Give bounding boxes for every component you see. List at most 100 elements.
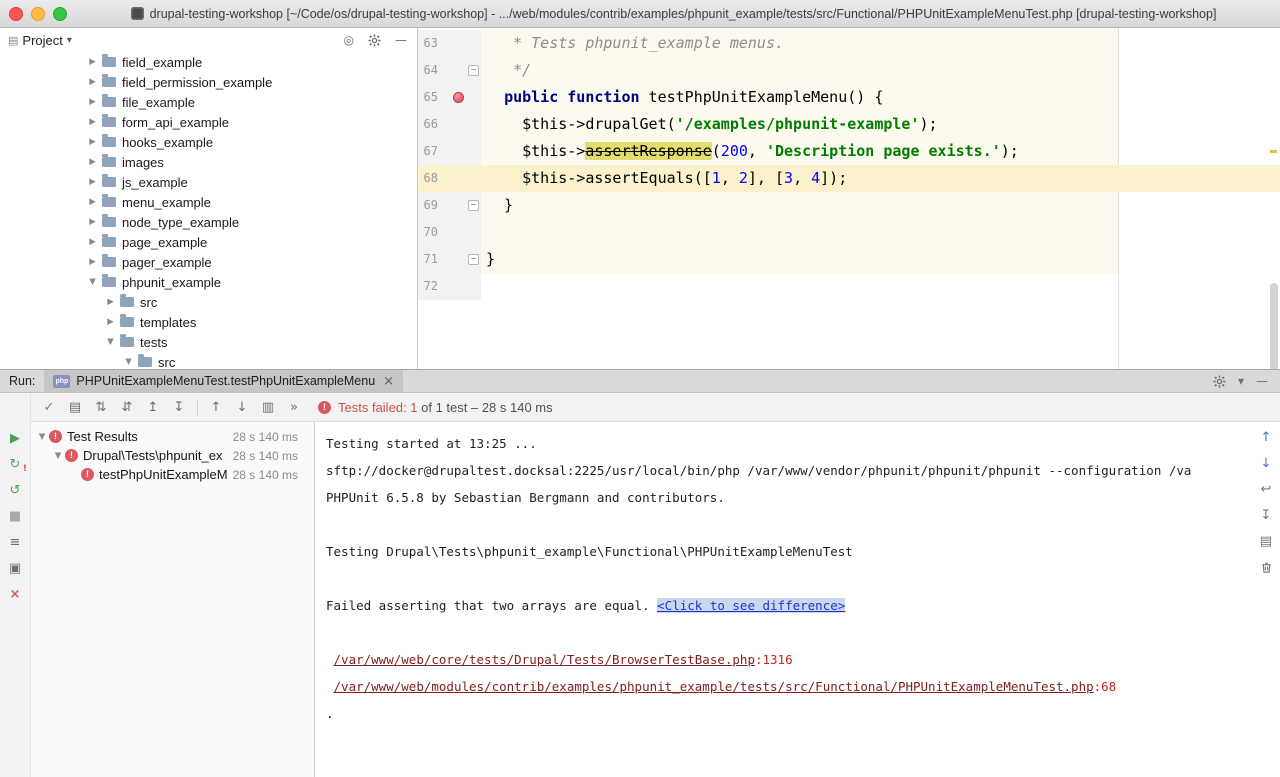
chevron-down-icon[interactable]: ▼: [86, 277, 99, 287]
project-tree-item[interactable]: ▶src: [0, 292, 417, 312]
chevron-down-icon[interactable]: ▼: [122, 357, 135, 367]
diff-link[interactable]: <Click to see difference>: [657, 598, 845, 613]
fold-icon[interactable]: −: [468, 254, 479, 265]
chevron-down-icon[interactable]: ▼: [104, 337, 117, 347]
hide-panel-icon[interactable]: —: [395, 33, 407, 47]
chevron-right-icon[interactable]: ▶: [104, 317, 117, 327]
file-link[interactable]: /var/www/web/modules/contrib/examples/ph…: [334, 679, 1094, 694]
zoom-window-button[interactable]: [53, 7, 67, 21]
chevron-right-icon[interactable]: ▶: [104, 297, 117, 307]
chevron-right-icon[interactable]: ▶: [86, 257, 99, 267]
fold-icon[interactable]: −: [468, 65, 479, 76]
project-tree-item[interactable]: ▶ menu_example: [0, 192, 417, 212]
project-tree-item[interactable]: ▶hooks_example: [0, 132, 417, 152]
clear-console-button[interactable]: [1256, 558, 1276, 576]
editor-line[interactable]: 72: [418, 273, 1280, 300]
project-tree-item[interactable]: ▶field_example: [0, 52, 417, 72]
test-duration: 28 s 140 ms: [233, 449, 314, 463]
test-status: ! Tests failed: 1 of 1 test – 28 s 140 m…: [318, 400, 553, 415]
chevron-right-icon[interactable]: ▶: [86, 237, 99, 247]
chevron-right-icon[interactable]: ▶: [86, 137, 99, 147]
show-ignored-button[interactable]: ▤: [63, 396, 87, 418]
project-tree-item[interactable]: ▼src: [0, 352, 417, 369]
sort-by-duration-button[interactable]: ⇵: [115, 396, 139, 418]
close-tab-icon[interactable]: ×: [383, 374, 394, 389]
editor-line[interactable]: 64− */: [418, 57, 1280, 84]
folder-icon: [102, 277, 116, 287]
down-stack-trace-button[interactable]: ↓: [1256, 454, 1276, 472]
test-tree-item[interactable]: ▼!Drupal\Tests\phpunit_ex28 s 140 ms: [31, 446, 314, 465]
locate-file-icon[interactable]: ◎: [344, 33, 354, 47]
minimize-window-button[interactable]: [31, 7, 45, 21]
test-tree-item[interactable]: !testPhpUnitExampleM28 s 140 ms: [31, 465, 314, 484]
project-panel-title[interactable]: Project: [22, 33, 62, 48]
project-tree-item[interactable]: ▶node_type_example: [0, 212, 417, 232]
editor-line[interactable]: 71−}: [418, 246, 1280, 273]
code-editor[interactable]: 63 * Tests phpunit_example menus.64− */6…: [418, 28, 1280, 369]
editor-line[interactable]: 66 $this->drupalGet('/examples/phpunit-e…: [418, 111, 1280, 138]
fold-icon[interactable]: −: [468, 200, 479, 211]
more-actions-chevron[interactable]: »: [282, 396, 306, 418]
rerun-failed-tests-button[interactable]: ↻!: [5, 455, 25, 473]
show-passed-button[interactable]: ✓: [37, 396, 61, 418]
scroll-to-end-button[interactable]: ↧: [1256, 506, 1276, 524]
editor-scrollbar[interactable]: [1267, 28, 1280, 369]
project-tree-item[interactable]: ▶file_example: [0, 92, 417, 112]
chevron-right-icon[interactable]: ▶: [86, 197, 99, 207]
project-tree-item[interactable]: ▼phpunit_example: [0, 272, 417, 292]
project-tree-item[interactable]: ▶form_api_example: [0, 112, 417, 132]
chevron-right-icon[interactable]: ▶: [86, 157, 99, 167]
up-stack-trace-button[interactable]: ↑: [1256, 428, 1276, 446]
print-button[interactable]: ▤: [1256, 532, 1276, 550]
test-tree-item[interactable]: ▼!Test Results28 s 140 ms: [31, 427, 314, 446]
soft-wrap-button[interactable]: ↩: [1256, 480, 1276, 498]
chevron-down-icon[interactable]: ▾: [67, 35, 72, 46]
project-item-label: menu_example: [122, 195, 211, 210]
collapse-all-button[interactable]: ↧: [167, 396, 191, 418]
editor-line[interactable]: 63 * Tests phpunit_example menus.: [418, 30, 1280, 57]
hide-tool-window-icon[interactable]: —: [1256, 374, 1268, 388]
project-tree-item[interactable]: ▶field_permission_example: [0, 72, 417, 92]
next-failed-test-button[interactable]: ↓: [230, 396, 254, 418]
console-output[interactable]: Testing started at 13:25 ...sftp://docke…: [315, 422, 1280, 777]
editor-line[interactable]: 68 $this->assertEquals([1, 2], [3, 4]);: [418, 165, 1280, 192]
close-window-button[interactable]: [9, 7, 23, 21]
previous-failed-test-button[interactable]: ↑: [204, 396, 228, 418]
expand-all-button[interactable]: ↥: [141, 396, 165, 418]
project-tree-item[interactable]: ▼tests: [0, 332, 417, 352]
editor-line[interactable]: 69− }: [418, 192, 1280, 219]
chevron-down-icon[interactable]: ▾: [1238, 374, 1244, 388]
file-link[interactable]: /var/www/web/core/tests/Drupal/Tests/Bro…: [334, 652, 755, 667]
scrollbar-thumb[interactable]: [1270, 283, 1278, 369]
chevron-right-icon[interactable]: ▶: [86, 97, 99, 107]
warning-stripe-mark[interactable]: [1270, 150, 1277, 153]
project-tree-item[interactable]: ▶images: [0, 152, 417, 172]
editor-line[interactable]: 70: [418, 219, 1280, 246]
editor-line[interactable]: 67 $this->assertResponse(200, 'Descripti…: [418, 138, 1280, 165]
chevron-down-icon[interactable]: ▼: [51, 451, 65, 461]
project-tree-item[interactable]: ▶js_example: [0, 172, 417, 192]
test-name-label: testPhpUnitExampleM: [99, 467, 228, 482]
chevron-right-icon[interactable]: ▶: [86, 177, 99, 187]
gear-icon[interactable]: [368, 34, 381, 47]
chevron-right-icon[interactable]: ▶: [86, 57, 99, 67]
sort-alphabetically-button[interactable]: ⇅: [89, 396, 113, 418]
toggle-auto-test-button[interactable]: ↺: [5, 481, 25, 499]
pin-tab-button[interactable]: ▣: [5, 559, 25, 577]
run-tab[interactable]: php PHPUnitExampleMenuTest.testPhpUnitEx…: [44, 370, 403, 392]
test-history-button[interactable]: ▥: [256, 396, 280, 418]
rerun-button[interactable]: ▶: [5, 429, 25, 447]
close-panel-button[interactable]: ×: [5, 585, 25, 603]
project-tree-item[interactable]: ▶templates: [0, 312, 417, 332]
chevron-right-icon[interactable]: ▶: [86, 217, 99, 227]
chevron-down-icon[interactable]: ▼: [35, 432, 49, 442]
restore-layout-button[interactable]: ≡: [5, 533, 25, 551]
test-failed-gutter-icon[interactable]: [453, 92, 464, 103]
chevron-right-icon[interactable]: ▶: [86, 117, 99, 127]
gear-icon[interactable]: [1213, 375, 1226, 388]
chevron-right-icon[interactable]: ▶: [86, 77, 99, 87]
project-tree-item[interactable]: ▶page_example: [0, 232, 417, 252]
project-tree-item[interactable]: ▶pager_example: [0, 252, 417, 272]
editor-line[interactable]: 65 public function testPhpUnitExampleMen…: [418, 84, 1280, 111]
stop-button[interactable]: ■: [5, 507, 25, 525]
